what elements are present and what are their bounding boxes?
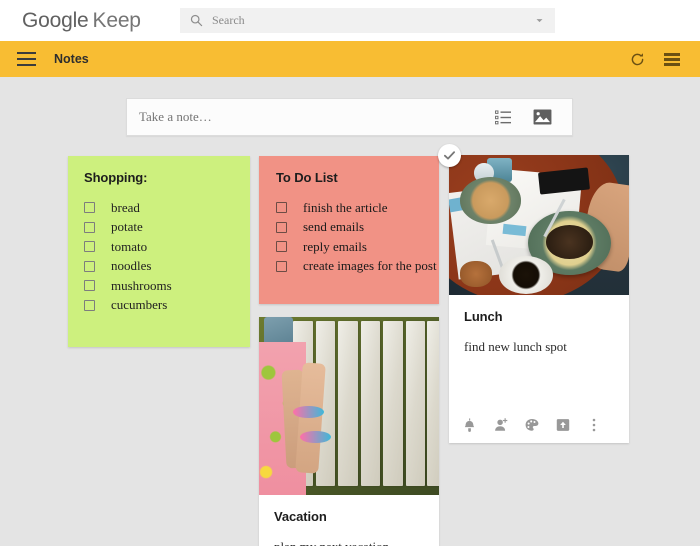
note-title: To Do List <box>276 170 338 185</box>
listview-bar-3 <box>664 62 680 66</box>
checklist-item[interactable]: noodles <box>84 257 250 277</box>
note-card-lunch[interactable]: Lunch find new lunch spot <box>438 144 629 443</box>
photo-plank <box>405 320 426 487</box>
note-action-bar <box>462 417 602 433</box>
checklist-item-label: finish the article <box>303 199 388 215</box>
checkbox[interactable] <box>276 221 287 233</box>
photo-plank <box>338 320 358 487</box>
list-view-icon[interactable] <box>664 52 680 66</box>
photo-coffee-cup <box>459 177 521 224</box>
note-card-vacation[interactable]: Vacation plan my next vacation <box>259 317 439 546</box>
logo-google-text: Google <box>22 9 89 32</box>
note-card-todo[interactable]: To Do List finish the article send email… <box>259 156 439 304</box>
logo-keep-text: Keep <box>92 9 141 32</box>
checkbox[interactable] <box>84 280 95 292</box>
checkbox[interactable] <box>84 241 95 253</box>
photo-espresso-cup <box>499 255 554 294</box>
checklist-item-label: bread <box>111 199 140 215</box>
checklist-item[interactable]: mushrooms <box>84 276 250 296</box>
note-body: Lunch find new lunch spot <box>449 295 629 355</box>
menu-bar-1 <box>17 52 36 54</box>
checklist-item-label: create images for the post <box>303 258 437 274</box>
listview-bar-1 <box>664 52 680 56</box>
photo-bread <box>459 261 493 287</box>
note-checklist: bread potate tomato noodles mushrooms cu… <box>84 198 250 315</box>
checklist-item-label: potate <box>111 219 143 235</box>
photo-food-topping <box>546 225 593 259</box>
menu-bar-3 <box>17 64 36 66</box>
checklist-icon[interactable] <box>495 109 512 125</box>
checkbox[interactable] <box>84 299 95 311</box>
checklist-item[interactable]: reply emails <box>276 237 439 257</box>
checklist-item[interactable]: bread <box>84 198 250 218</box>
checklist-item-label: mushrooms <box>111 277 172 293</box>
checklist-item-label: reply emails <box>303 238 367 254</box>
note-photo-lunch[interactable] <box>449 155 629 295</box>
app-logo[interactable]: Google Keep <box>22 10 141 31</box>
take-a-note-actions <box>495 109 552 125</box>
checkbox[interactable] <box>276 241 287 253</box>
checklist-item[interactable]: send emails <box>276 218 439 238</box>
photo-plank <box>427 320 439 487</box>
note-title: Vacation <box>274 509 327 524</box>
check-circle-icon[interactable] <box>438 144 461 167</box>
take-a-note-bar[interactable] <box>126 98 573 136</box>
menu-bar-2 <box>17 58 36 60</box>
refresh-icon[interactable] <box>629 51 646 68</box>
take-a-note-input[interactable] <box>139 109 495 125</box>
archive-icon[interactable] <box>555 417 571 433</box>
checkbox[interactable] <box>276 202 287 214</box>
note-text: find new lunch spot <box>464 339 567 354</box>
note-card-shopping[interactable]: Shopping: bread potate tomato noodles mu… <box>68 156 250 347</box>
search-input[interactable] <box>212 13 535 28</box>
page-title: Notes <box>54 52 89 66</box>
checklist-item-label: tomato <box>111 238 148 254</box>
photo-plank <box>383 320 403 487</box>
check-glyph <box>443 151 456 160</box>
checklist-item-label: cucumbers <box>111 297 168 313</box>
search-bar[interactable] <box>180 8 555 33</box>
checklist-item[interactable]: create images for the post <box>276 257 439 277</box>
note-body: Vacation plan my next vacation <box>259 495 439 546</box>
reminder-icon[interactable] <box>462 417 478 433</box>
listview-bar-2 <box>664 57 680 61</box>
checklist-item-label: noodles <box>111 258 152 274</box>
checkbox[interactable] <box>84 221 95 233</box>
checklist-item[interactable]: cucumbers <box>84 296 250 316</box>
photo-plank <box>360 320 381 487</box>
note-checklist: finish the article send emails reply ema… <box>276 198 439 276</box>
notes-workspace: Shopping: bread potate tomato noodles <box>0 77 700 546</box>
checklist-item-label: send emails <box>303 219 365 235</box>
note-text: plan my next vacation <box>274 539 424 546</box>
palette-icon[interactable] <box>524 417 540 433</box>
checkbox[interactable] <box>276 260 287 272</box>
checklist-item[interactable]: tomato <box>84 237 250 257</box>
checkbox[interactable] <box>84 260 95 272</box>
checklist-item[interactable]: potate <box>84 218 250 238</box>
note-title: Lunch <box>464 309 503 324</box>
top-header: Google Keep <box>0 0 700 41</box>
app-toolbar: Notes <box>0 41 700 77</box>
image-icon[interactable] <box>533 109 552 125</box>
chevron-down-icon[interactable] <box>535 16 544 25</box>
checkbox[interactable] <box>84 202 95 214</box>
toolbar-actions <box>629 51 680 68</box>
checklist-item[interactable]: finish the article <box>276 198 439 218</box>
hamburger-menu-icon[interactable] <box>17 52 36 66</box>
person-add-icon[interactable] <box>493 417 509 433</box>
note-title: Shopping: <box>84 170 148 185</box>
search-icon <box>190 14 203 27</box>
note-photo-vacation[interactable] <box>259 317 439 495</box>
more-options-icon[interactable] <box>586 417 602 433</box>
